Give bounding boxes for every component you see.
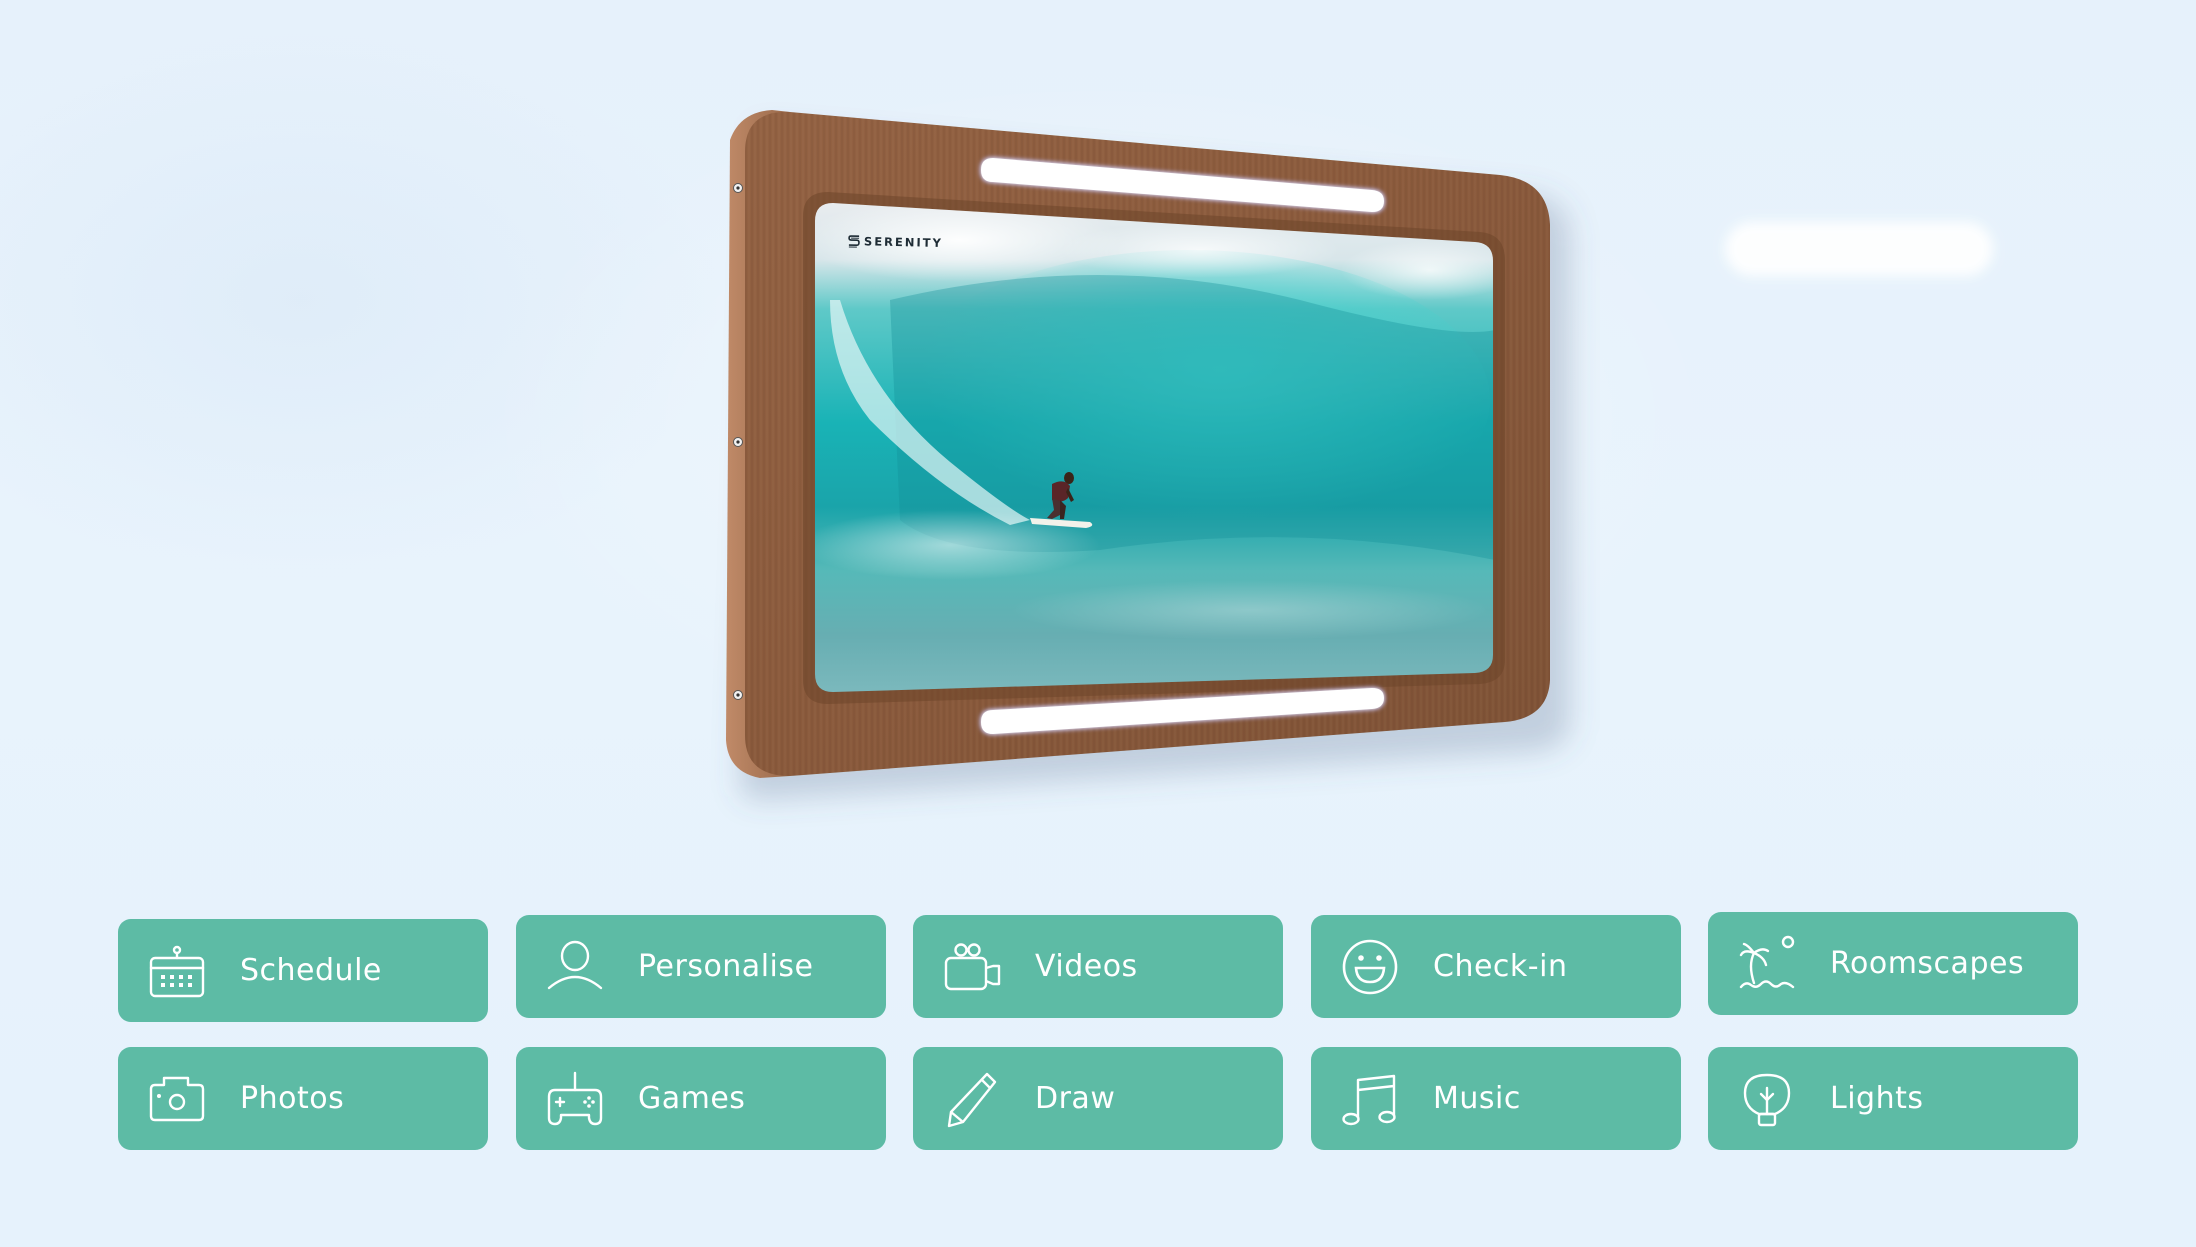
serenity-logo-text: SERENITY [863, 234, 944, 250]
tile-label: Personalise [638, 949, 814, 984]
tile-lights[interactable]: Lights [1708, 1047, 2078, 1150]
tile-check-in[interactable]: Check-in [1311, 915, 1681, 1018]
music-note-icon [1341, 1070, 1399, 1128]
tile-personalise[interactable]: Personalise [516, 915, 886, 1018]
calendar-icon [148, 942, 206, 1000]
tile-label: Check-in [1433, 949, 1568, 984]
tile-games[interactable]: Games [516, 1047, 886, 1150]
lightbulb-icon [1738, 1070, 1796, 1128]
tile-label: Lights [1830, 1081, 1924, 1116]
serenity-logo: SERENITY [848, 234, 943, 250]
tile-label: Roomscapes [1830, 946, 2025, 981]
tile-label: Games [638, 1081, 746, 1116]
pencil-icon [943, 1070, 1001, 1128]
tile-draw[interactable]: Draw [913, 1047, 1283, 1150]
tile-videos[interactable]: Videos [913, 915, 1283, 1018]
tile-label: Draw [1035, 1081, 1116, 1116]
smiley-face-icon [1341, 938, 1399, 996]
tile-label: Music [1433, 1081, 1521, 1116]
gamepad-icon [546, 1070, 604, 1128]
user-icon [546, 938, 604, 996]
tile-music[interactable]: Music [1311, 1047, 1681, 1150]
video-camera-icon [943, 938, 1001, 996]
palm-island-icon [1738, 935, 1796, 993]
tile-label: Schedule [240, 953, 382, 988]
tile-photos[interactable]: Photos [118, 1047, 488, 1150]
tile-label: Videos [1035, 949, 1138, 984]
device-screen [815, 203, 1493, 692]
tile-schedule[interactable]: Schedule [118, 919, 488, 1022]
camera-icon [148, 1070, 206, 1128]
tile-label: Photos [240, 1081, 345, 1116]
tile-roomscapes[interactable]: Roomscapes [1708, 912, 2078, 1015]
serenity-logo-icon [848, 234, 860, 248]
